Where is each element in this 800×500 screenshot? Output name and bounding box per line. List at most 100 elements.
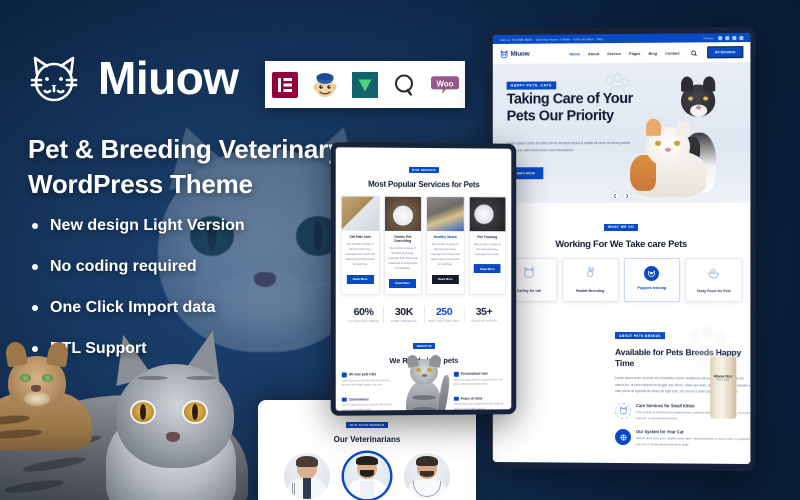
standing-cat-image	[392, 354, 456, 411]
stat-value: 250	[435, 306, 453, 319]
service-card-text: We provide a range of the best grooming,…	[430, 242, 460, 267]
cat-face-icon	[26, 52, 82, 104]
hero-section: HAPPY PETS, CATS Taking Care of Your Pet…	[492, 62, 751, 204]
ready-item-title: We love pets Cats	[348, 372, 377, 377]
search-icon[interactable]	[690, 49, 696, 55]
stat-value: 30K	[394, 306, 413, 319]
mailchimp-icon	[311, 71, 339, 99]
topbar-hours: Opening Hours: 7:00am - 9:00 pm (Mon - S…	[535, 36, 603, 42]
nav-link-home[interactable]: Home	[569, 51, 580, 56]
popular-services-eyebrow: OUR SERVICE	[408, 166, 440, 174]
ready-item-title: Peace of mind	[460, 396, 483, 401]
read-more-button[interactable]: Read More	[389, 278, 417, 288]
ready-eyebrow: ABOUT US	[412, 342, 436, 350]
ready-item: Peace of mind The accuracy for everyone …	[453, 396, 506, 411]
vet-card[interactable]: Henry Will Veterinarian	[284, 453, 330, 500]
read-more-button[interactable]: Read More	[431, 274, 459, 284]
hero-eyebrow: HAPPY PETS, CATS	[506, 81, 556, 90]
chevron-left-icon[interactable]: ❮	[611, 192, 619, 200]
ready-item-title: Personalised care	[460, 371, 488, 377]
ready-item-text: The accuracy for everyone and accredited…	[453, 402, 504, 411]
stat-item: 30K Rabbit breeding	[384, 306, 425, 324]
service-card-title: Pet Training	[477, 235, 498, 240]
ready-item: We love pets Cats Lorem ipsum text for p…	[341, 372, 394, 388]
vets-eyebrow: OUR TEAM MEMBER	[345, 421, 389, 429]
stat-item: 250 Most cats are first	[424, 306, 465, 324]
elementor-icon	[271, 71, 299, 99]
kitten-icon	[615, 402, 631, 419]
about-feature-title: Our System for Your Cat	[635, 429, 684, 435]
product-sublabel: Pet & Care	[716, 378, 730, 382]
instagram-icon[interactable]	[732, 35, 737, 40]
popular-service-card[interactable]: Online Pet Searching We provide a range …	[383, 195, 423, 296]
service-card-title: Cat Hair care	[349, 234, 371, 239]
nav-link-blog[interactable]: Blog	[648, 50, 657, 55]
service-card-text: We provide a range of the best grooming,…	[345, 242, 375, 266]
about-feature-text: Words don't look even slightly believabl…	[635, 436, 750, 447]
nav-link-contact[interactable]: Contact	[665, 50, 680, 55]
check-icon	[341, 372, 347, 378]
facebook-icon[interactable]	[718, 35, 723, 40]
twitter-icon[interactable]	[725, 35, 730, 40]
linkedin-icon[interactable]	[739, 35, 744, 40]
about-section: ABOUT PETS BREEDS Available for Pets Bre…	[492, 315, 751, 465]
list-item: New design Light Version	[30, 218, 245, 234]
services-eyebrow: WHAT WE DO	[603, 223, 639, 231]
ready-item-title: Convenience	[348, 397, 369, 402]
avatar	[404, 453, 450, 499]
service-card-text: We provide a range of the best grooming,…	[388, 246, 418, 270]
vet-card[interactable]: David Luis Veterinarian	[404, 453, 450, 500]
read-more-button[interactable]: Read More	[346, 274, 374, 284]
stat-value: 35+	[475, 306, 493, 318]
ready-item-text: Lorem ipsum text for pets that has the b…	[341, 378, 390, 387]
vet-card-active[interactable]: Mark Johnson Pet Surgeon	[344, 453, 390, 500]
service-card-label: Rabbit Breeding	[576, 288, 605, 293]
popular-services-header: OUR SERVICE Most Popular Services for Pe…	[336, 147, 512, 189]
service-card-puppies-training[interactable]: Puppies training	[623, 258, 681, 302]
avatar	[284, 453, 330, 499]
services-card-grid: Caring for cat Rabbit Breeding Puppies t…	[493, 249, 751, 316]
service-card-title: Healthy Meals	[433, 235, 457, 240]
nav-logo[interactable]: Miuow	[500, 49, 530, 58]
plugin-badge-bar: Woo	[265, 61, 465, 108]
nav-link-service[interactable]: Service	[607, 51, 621, 56]
cat-icon	[522, 266, 535, 279]
service-card-label: Tasty Food for Pets	[696, 289, 732, 294]
chevron-right-icon[interactable]: ❯	[623, 191, 631, 199]
topbar-phone: Call us: 747-888-9000	[499, 37, 532, 42]
ready-right-column: Personalised care We go its great which …	[453, 371, 506, 411]
wpforms-icon	[351, 71, 379, 99]
promo-banner: Miuow Pet & Breeding Veterinary WordPres…	[0, 0, 800, 500]
hero-slider-arrows[interactable]: ❮ ❯	[611, 191, 631, 200]
nav-link-pages[interactable]: Pages	[629, 50, 640, 55]
woocommerce-icon: Woo	[431, 71, 459, 99]
read-more-button[interactable]: Read More	[474, 264, 501, 274]
hero-cat-orange-white-image	[629, 115, 707, 197]
services-section-header: WHAT WE DO Working For We Take care Pets	[493, 203, 751, 249]
page-title: Pet & Breeding Veterinary WordPress Them…	[28, 134, 343, 199]
avatar	[344, 453, 390, 499]
nav-link-about[interactable]: About	[588, 51, 599, 56]
popular-service-card[interactable]: Pet Training We provide a range of the b…	[468, 196, 507, 296]
list-item: No coding required	[30, 259, 245, 275]
ready-item-text: We go its great which is a special for t…	[453, 378, 503, 387]
stats-row: 60% Cat and first breed 30K Rabbit breed…	[343, 306, 504, 324]
service-photo	[384, 196, 422, 231]
service-card-rabbit-breeding[interactable]: Rabbit Breeding	[561, 257, 619, 302]
ready-left-column: We love pets Cats Lorem ipsum text for p…	[341, 372, 394, 411]
popular-service-card-active[interactable]: Healthy Meals We provide a range of the …	[425, 196, 465, 296]
pet-food-can-image: Miaow Nice Pet & Care	[710, 356, 737, 419]
ready-section: ABOUT US We Ready love pets	[336, 323, 512, 411]
check-icon	[341, 397, 347, 403]
stat-item: 60% Cat and first breed	[343, 306, 385, 324]
popular-service-card[interactable]: Cat Hair care We provide a range of the …	[340, 195, 380, 296]
svg-text:Woo: Woo	[437, 79, 454, 88]
nav-logo-text: Miuow	[510, 50, 530, 58]
site-navbar: Miuow Home About Service Pages Blog Cont…	[492, 42, 751, 64]
service-card-tasty-food[interactable]: Tasty Food for Pets	[685, 258, 743, 303]
about-feature-system: Our System for Your Cat Words don't look…	[615, 429, 750, 448]
service-photo	[426, 197, 464, 232]
vets-title: Our Veterinarians	[333, 435, 401, 444]
service-card-title: Online Pet Searching	[394, 234, 412, 243]
all-services-button[interactable]: All Services	[706, 46, 744, 59]
